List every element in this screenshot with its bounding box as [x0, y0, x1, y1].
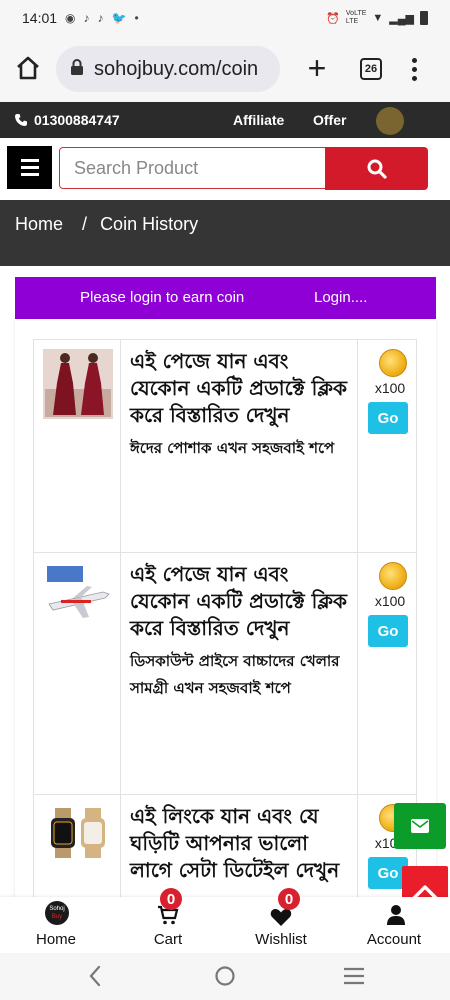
- signal-icon: ▂▄▆: [389, 12, 414, 25]
- nav-cart-label: Cart: [153, 931, 183, 948]
- wishlist-badge: 0: [278, 888, 300, 910]
- hamburger-icon[interactable]: [7, 146, 52, 189]
- search-input[interactable]: [59, 147, 327, 189]
- profile-dot[interactable]: [376, 107, 404, 135]
- nav-account[interactable]: Account: [338, 897, 450, 953]
- watch-product-image[interactable]: [43, 804, 113, 874]
- nav-home[interactable]: Sohoj Buy Home: [0, 897, 112, 953]
- message-button[interactable]: [394, 803, 446, 849]
- coin-item-title[interactable]: এই পেজে যান এবং যেকোন একটি প্রডাক্টে ক্ল…: [130, 561, 349, 642]
- sohojbuy-logo-icon: Sohoj Buy: [45, 901, 69, 925]
- home-icon[interactable]: [14, 54, 42, 82]
- alarm-icon: ⏰: [326, 12, 340, 25]
- coin-item-text: এই পেজে যান এবং যেকোন একটি প্রডাক্টে ক্ল…: [121, 553, 358, 794]
- nav-wishlist-label: Wishlist: [255, 931, 307, 948]
- logo-text-top: Sohoj: [49, 906, 65, 912]
- login-link[interactable]: Login....: [314, 289, 367, 306]
- plus-icon: +: [307, 50, 327, 86]
- thumbnail-cell: [34, 340, 121, 552]
- messenger-icon: ◉: [65, 11, 76, 25]
- login-message: Please login to earn coin: [80, 289, 245, 306]
- coin-item: এই পেজে যান এবং যেকোন একটি প্রডাক্টে ক্ল…: [33, 552, 417, 795]
- coin-list-card: এই পেজে যান এবং যেকোন একটি প্রডাক্টে ক্ল…: [15, 319, 436, 919]
- coin-item-text: এই পেজে যান এবং যেকোন একটি প্রডাক্টে ক্ল…: [121, 340, 358, 552]
- breadcrumb-home[interactable]: Home: [15, 214, 63, 234]
- browser-toolbar: sohojbuy.com/coin + 26: [0, 36, 450, 102]
- nav-cart[interactable]: 0 Cart: [112, 888, 224, 953]
- circle-home-icon[interactable]: [214, 965, 236, 987]
- status-time: 14:01: [22, 10, 58, 26]
- coin-reward-cell: x100 Go: [358, 340, 418, 552]
- coin-item-subtitle: ঈদের পোশাক এখন সহজবাই শপে: [130, 439, 335, 457]
- coin-multiplier: x100: [374, 593, 406, 609]
- top-strip: 01300884747 Affiliate Offer: [0, 102, 450, 138]
- nav-account-label: Account: [366, 931, 422, 948]
- search-row: [0, 138, 450, 200]
- coin-icon: [379, 562, 407, 590]
- affiliate-link[interactable]: Affiliate: [233, 112, 284, 128]
- lock-icon: [70, 58, 84, 81]
- more-vert-icon[interactable]: [410, 58, 418, 85]
- back-icon[interactable]: [87, 965, 103, 987]
- dot-icon: •: [134, 11, 139, 25]
- phone-number: 01300884747: [34, 112, 120, 128]
- tiktok-icon-2: ♪: [97, 11, 104, 25]
- network-label: VoLTE LTE: [346, 10, 367, 26]
- status-bar: 14:01 ◉ ♪ ♪ 🐦 • ⏰ VoLTE LTE ▼ ▂▄▆: [0, 0, 450, 36]
- phone-link[interactable]: 01300884747: [14, 112, 120, 128]
- phone-icon: [15, 114, 27, 126]
- user-icon: [387, 905, 405, 925]
- go-button[interactable]: Go: [368, 615, 408, 647]
- coin-item-subtitle: ডিসকাউন্ট প্রাইসে বাচ্চাদের খেলার সামগ্র…: [130, 652, 340, 697]
- cart-badge: 0: [160, 888, 182, 910]
- new-tab-button[interactable]: +: [302, 50, 332, 86]
- tiktok-icon: ♪: [83, 11, 90, 25]
- network-label-top: VoLTE: [345, 10, 367, 17]
- wifi-icon: ▼: [372, 12, 384, 24]
- tab-count: 26: [364, 63, 378, 75]
- mail-icon: [411, 819, 429, 833]
- offer-link[interactable]: Offer: [313, 112, 346, 128]
- status-left: 14:01 ◉ ♪ ♪ 🐦 •: [22, 10, 139, 26]
- tabs-button[interactable]: 26: [360, 58, 382, 80]
- battery-icon: [420, 11, 428, 25]
- dress-product-image[interactable]: [43, 349, 113, 419]
- coin-reward-cell: x100 Go: [358, 553, 418, 794]
- airplane-toy-image[interactable]: [43, 562, 113, 632]
- recents-icon[interactable]: [343, 967, 365, 985]
- go-button[interactable]: Go: [368, 402, 408, 434]
- login-bar: Please login to earn coin Login....: [15, 277, 436, 319]
- coin-item-title[interactable]: এই পেজে যান এবং যেকোন একটি প্রডাক্টে ক্ল…: [130, 348, 349, 429]
- network-label-bottom: LTE: [345, 18, 359, 25]
- thumbnail-cell: [34, 553, 121, 794]
- address-bar[interactable]: sohojbuy.com/coin: [56, 46, 280, 92]
- coin-multiplier: x100: [374, 380, 406, 396]
- status-right: ⏰ VoLTE LTE ▼ ▂▄▆: [326, 10, 428, 26]
- breadcrumb-separator: /: [82, 214, 88, 234]
- system-nav-bar: [0, 953, 450, 1000]
- twitter-icon: 🐦: [111, 11, 127, 25]
- logo-text-bottom: Buy: [51, 914, 63, 920]
- breadcrumb: Home / Coin History: [0, 200, 450, 266]
- coin-item-title[interactable]: এই লিংকে যান এবং যে ঘড়িটি আপনার ভালো লা…: [130, 803, 349, 884]
- url-text: sohojbuy.com/coin: [94, 57, 259, 80]
- search-icon: [367, 159, 387, 179]
- nav-wishlist[interactable]: 0 Wishlist: [225, 888, 337, 953]
- coin-icon: [379, 349, 407, 377]
- search-button[interactable]: [325, 147, 428, 190]
- coin-item: এই পেজে যান এবং যেকোন একটি প্রডাক্টে ক্ল…: [33, 339, 417, 553]
- nav-home-label: Home: [35, 931, 76, 948]
- breadcrumb-current: Coin History: [100, 214, 199, 234]
- bottom-nav: Sohoj Buy Home 0 Cart 0 Wishlist Account: [0, 888, 450, 953]
